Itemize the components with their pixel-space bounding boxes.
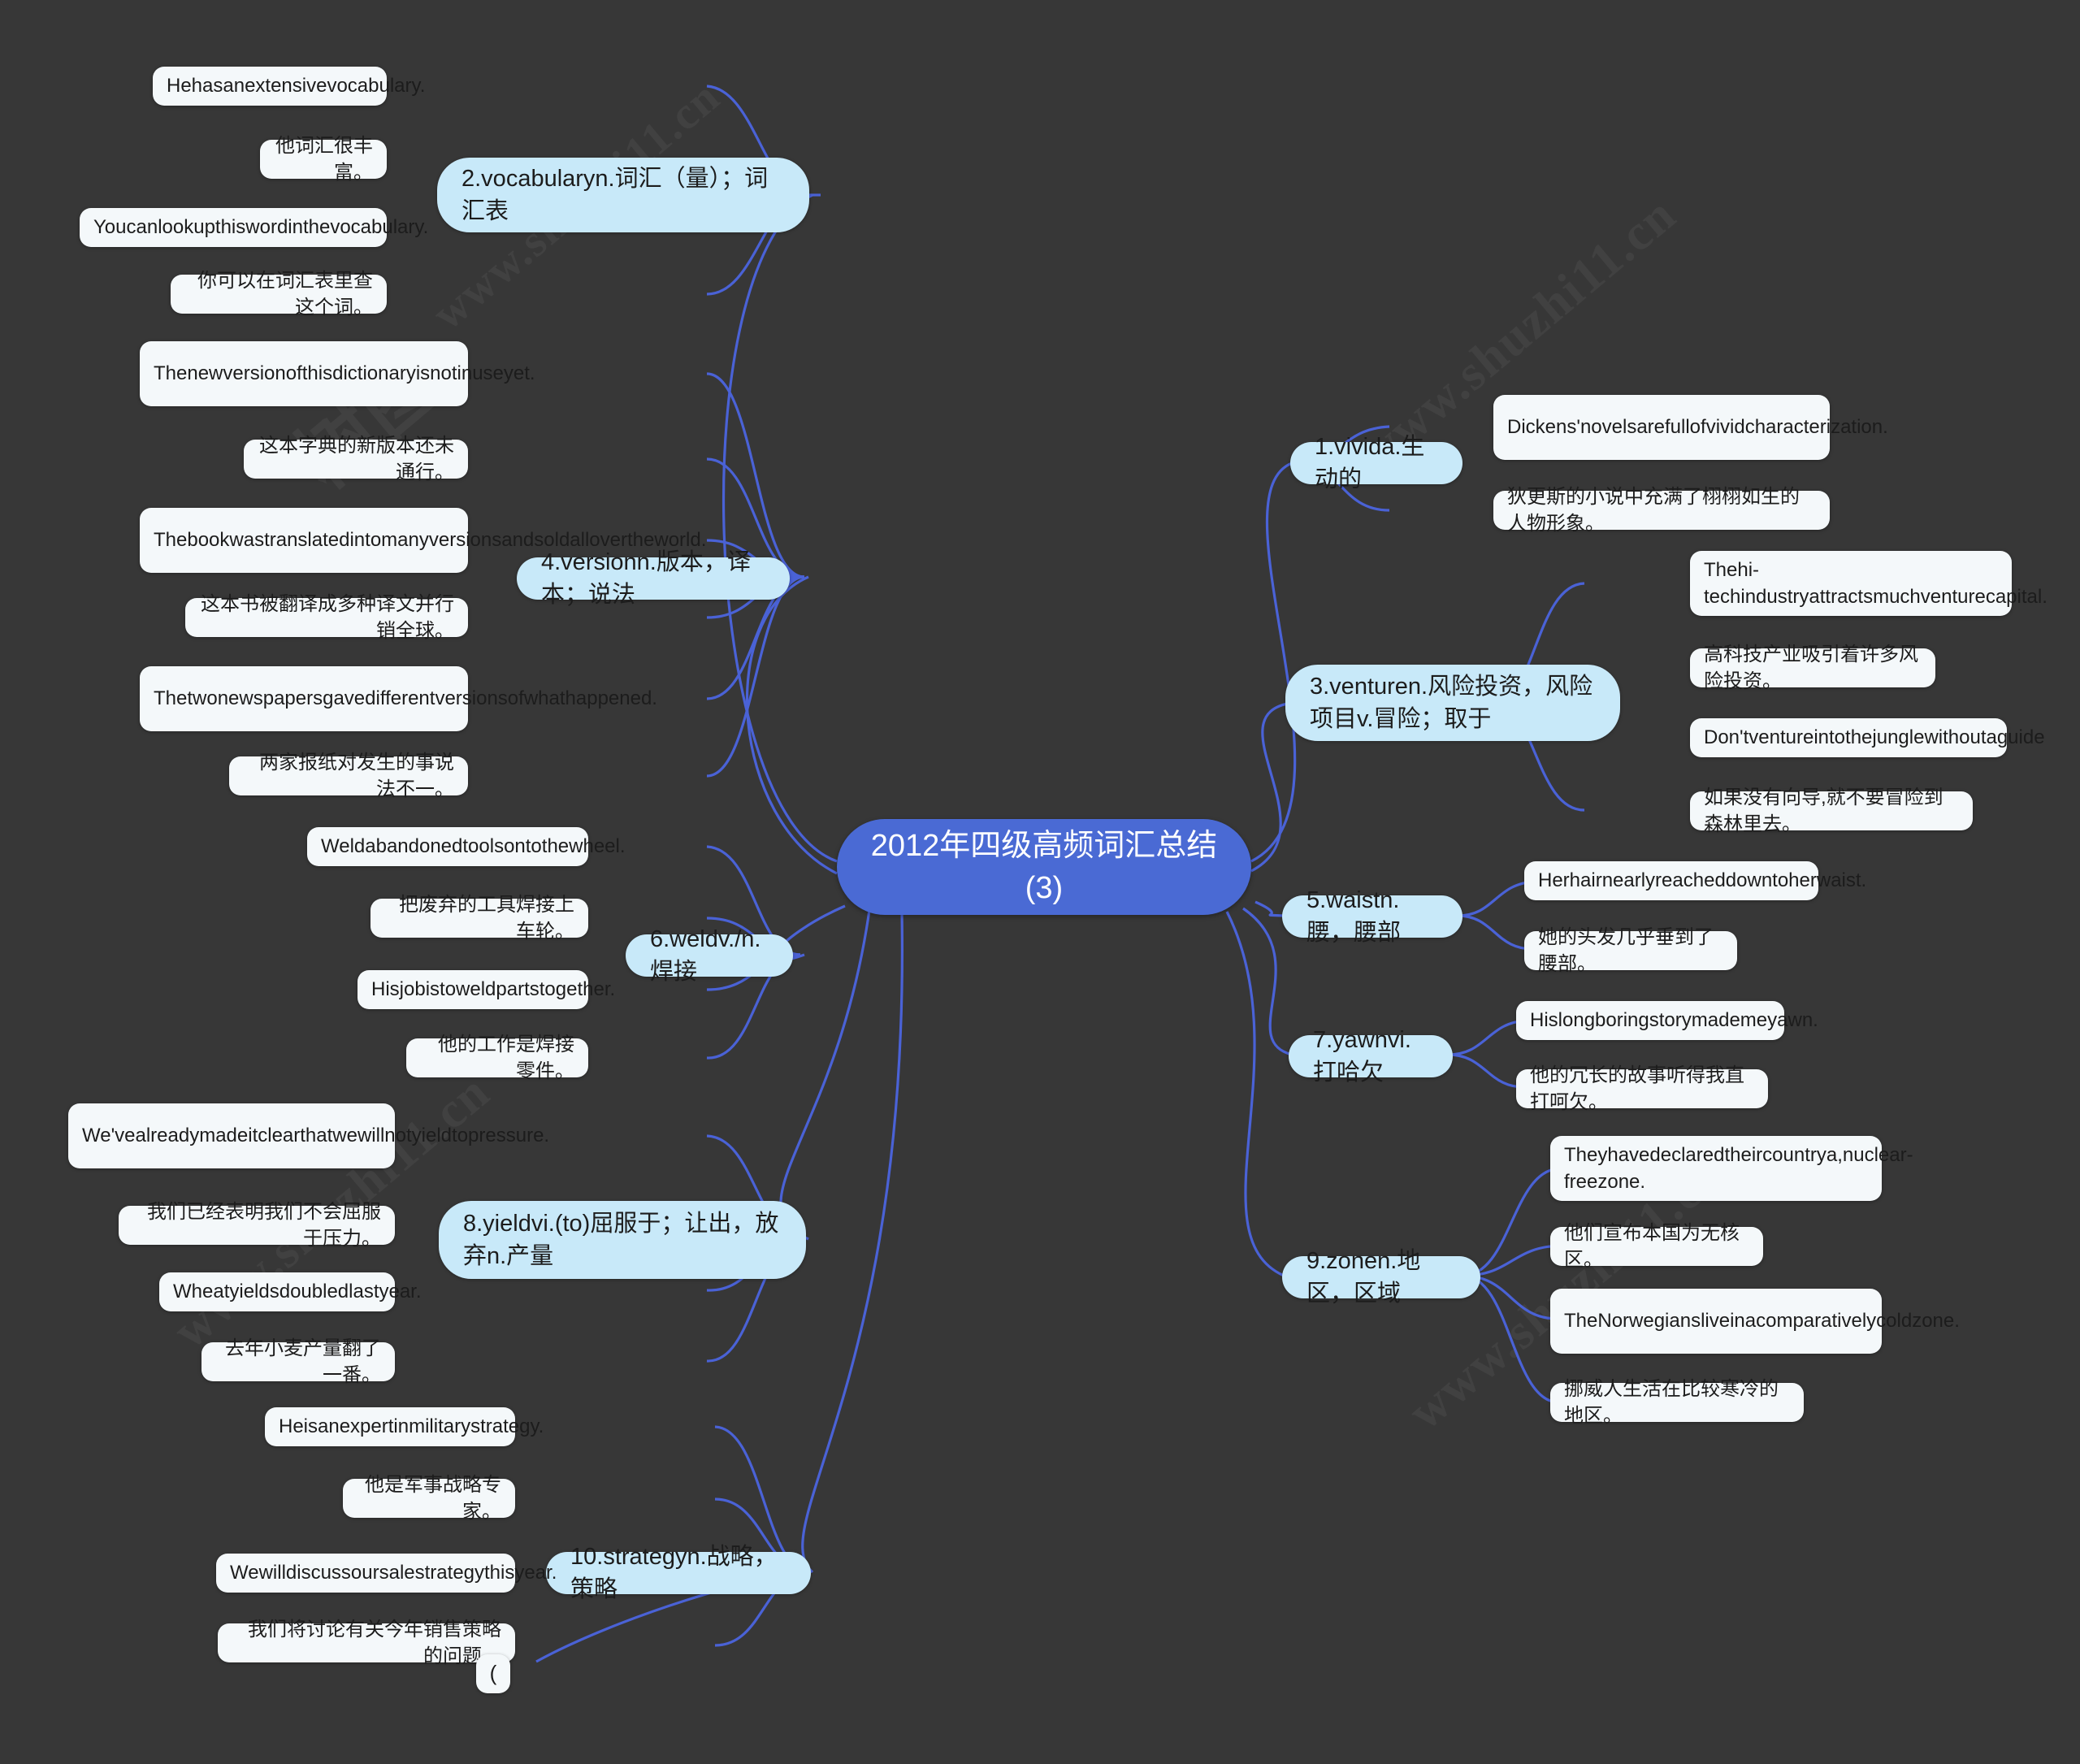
leaf-node[interactable]: 他们宣布本国为无核区。 xyxy=(1550,1222,1763,1271)
leaf-node[interactable]: Hisjobistoweldpartstogether. xyxy=(358,970,615,1009)
branch-node-weld[interactable]: 6.weldv./n.焊接 xyxy=(626,926,793,985)
leaf-node[interactable]: Thehi-techindustryattractsmuchventurecap… xyxy=(1690,551,2048,616)
leaf-node[interactable]: Thebookwastranslatedintomanyversionsands… xyxy=(140,508,706,573)
leaf-node[interactable]: 她的头发几乎垂到了腰部。 xyxy=(1524,926,1737,975)
leaf-node[interactable]: 把废弃的工具焊接上车轮。 xyxy=(370,894,588,943)
leaf-node[interactable]: 挪威人生活在比较寒冷的地区。 xyxy=(1550,1378,1804,1427)
leaf-node[interactable]: Wheatyieldsdoubledlastyear. xyxy=(159,1272,422,1311)
leaf-node[interactable]: 他词汇很丰富。 xyxy=(260,135,387,184)
leaf-node[interactable]: 如果没有向导,就不要冒险到森林里去。 xyxy=(1690,787,1973,835)
leaf-node[interactable]: Wewilldiscussoursalestrategythisyear. xyxy=(216,1554,557,1593)
leaf-node[interactable]: Heisanexpertinmilitarystrategy. xyxy=(265,1407,544,1446)
leaf-node[interactable]: Youcanlookupthiswordinthevocabulary. xyxy=(80,208,428,247)
leaf-node[interactable]: 他是军事战略专家。 xyxy=(343,1474,515,1523)
leaf-node[interactable]: Hislongboringstorymademeyawn. xyxy=(1516,1001,1818,1040)
branch-node-strategy[interactable]: 10.strategyn.战略，策略 xyxy=(546,1544,811,1602)
root-title-line-1: 2012年四级高频词汇总结 xyxy=(870,828,1218,863)
leaf-node[interactable]: Thenewversionofthisdictionaryisnotinusey… xyxy=(140,341,535,406)
branch-node-vocabulary[interactable]: 2.vocabularyn.词汇（量）；词汇表 xyxy=(437,158,809,232)
leaf-node[interactable]: Herhairnearlyreacheddowntoherwaist. xyxy=(1524,861,1866,900)
leaf-node[interactable]: 你可以在词汇表里查这个词。 xyxy=(171,270,387,319)
leaf-node[interactable]: We'vealreadymadeitclearthatwewillnotyiel… xyxy=(68,1103,549,1168)
branch-node-waist[interactable]: 5.waistn.腰，腰部 xyxy=(1282,887,1462,946)
leaf-node[interactable]: 他的冗长的故事听得我直打呵欠。 xyxy=(1516,1064,1768,1113)
mindmap-canvas: 树图 www.shuzhi11.cn www.shuzhi11.cn www.s… xyxy=(0,0,2080,1764)
branch-node-vivid[interactable]: 1.vivida.生动的 xyxy=(1290,434,1462,492)
branch-node-version[interactable]: 4.versionn.版本，译本；说法 xyxy=(517,549,790,608)
leaf-node[interactable]: 狄更斯的小说中充满了栩栩如生的人物形象。 xyxy=(1493,486,1830,535)
leaf-node[interactable]: 他的工作是焊接零件。 xyxy=(406,1034,588,1082)
leaf-node[interactable]: TheNorwegiansliveinacomparativelycoldzon… xyxy=(1550,1289,1960,1354)
root-title-line-2: (3) xyxy=(1025,871,1064,905)
branch-node-venture[interactable]: 3.venturen.风险投资，风险项目v.冒险；取于 xyxy=(1285,665,1620,741)
branch-node-yawn[interactable]: 7.yawnvi.打哈欠 xyxy=(1289,1027,1453,1086)
leaf-node[interactable]: 这本书被翻译成多种译文并行销全球。 xyxy=(185,593,468,642)
leaf-node[interactable]: 高科技产业吸引着许多风险投资。 xyxy=(1690,644,1935,692)
leaf-node[interactable]: Dickens'novelsarefullofvividcharacteriza… xyxy=(1493,395,1888,460)
leaf-node[interactable]: 两家报纸对发生的事说法不一。 xyxy=(229,752,468,800)
leaf-node[interactable]: Don'tventureintothejunglewithoutaguide xyxy=(1690,718,2045,757)
branch-node-yield[interactable]: 8.yieldvi.(to)屈服于；让出，放弃n.产量 xyxy=(439,1201,806,1279)
branch-node-zone[interactable]: 9.zonen.地区，区域 xyxy=(1282,1248,1480,1307)
leaf-node[interactable]: 去年小麦产量翻了一番。 xyxy=(202,1337,395,1386)
leaf-node[interactable]: 我们将讨论有关今年销售策略的问题。 xyxy=(218,1619,515,1667)
leaf-node[interactable]: 我们已经表明我们不会屈服于压力。 xyxy=(119,1201,395,1250)
leaf-node[interactable]: Theyhavedeclaredtheircountrya,nuclear-fr… xyxy=(1550,1136,1913,1201)
leaf-node[interactable]: 这本字典的新版本还未通行。 xyxy=(244,435,468,483)
leaf-node[interactable]: Hehasanextensivevocabulary. xyxy=(153,67,425,106)
leaf-node[interactable]: Thetwonewspapersgavedifferentversionsofw… xyxy=(140,666,657,731)
leaf-node[interactable]: ( xyxy=(476,1654,510,1693)
root-node[interactable]: 2012年四级高频词汇总结 (3) xyxy=(837,819,1251,915)
leaf-node[interactable]: Weldabandonedtoolsontothewheel. xyxy=(307,827,626,866)
